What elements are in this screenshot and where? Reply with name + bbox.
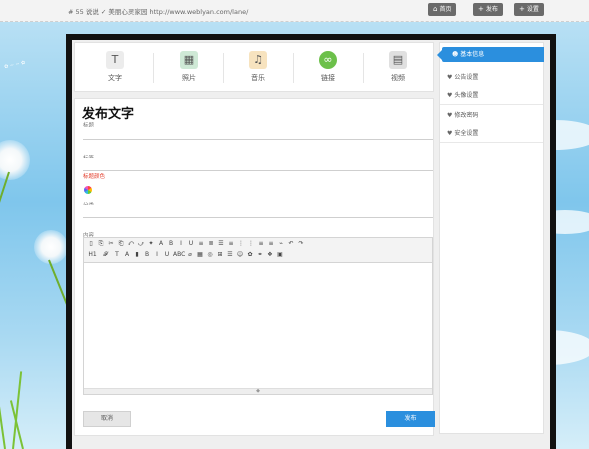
editor-tool-button[interactable]: ≡ [227, 240, 235, 248]
dandelion-stem [48, 259, 66, 317]
editor-tool-button[interactable]: A [157, 240, 165, 248]
editor-tool-button[interactable]: ≡ [257, 240, 265, 248]
editor-tool-button[interactable]: ☰ [217, 240, 225, 248]
type-text-button[interactable]: T 文字 [80, 48, 150, 88]
editor-tool-button[interactable]: ✿ [246, 251, 254, 259]
content-area: T 文字 ▦ 照片 ♫ 音乐 ∞ 链接 ▤ 视频 发布文字 标题 标题颜色 内容… [72, 40, 550, 449]
settings-sidebar: ☻ 基本信息 ♥ 公告设置 ♥ 头像设置 ♥ 修改密码 ♥ 安全设置 [437, 42, 544, 434]
title-input[interactable] [83, 127, 433, 140]
grass-blade [0, 389, 6, 449]
editor-tool-button[interactable]: ☰ [226, 251, 234, 259]
category-input[interactable] [83, 205, 433, 218]
editor-tool-button[interactable]: U [163, 251, 171, 259]
home-button[interactable]: ⌂ 首页 [428, 3, 457, 16]
editor-tool-button[interactable]: ▣ [276, 251, 284, 259]
dandelion-decoration: ✿ ~ ~ ✿ [0, 22, 66, 449]
deco-text: ✿ ~ ~ ✿ [3, 59, 26, 71]
plus-icon: + [478, 5, 484, 13]
plus-icon: + [519, 5, 525, 13]
sidebar-divider [440, 142, 543, 143]
editor-tool-button[interactable]: ⤺ [127, 240, 135, 248]
editor-tool-button[interactable]: ❖ [266, 251, 274, 259]
main-frame: T 文字 ▦ 照片 ♫ 音乐 ∞ 链接 ▤ 视频 发布文字 标题 标题颜色 内容… [66, 34, 556, 449]
heart-icon: ♥ [447, 74, 453, 81]
editor-toolbar: ▯ ⎘ ✂ ⎗ ⤺ ⤻ ✦ A B I U ≡ ≣ ☰ ≡ ⋮ ⋮ ≡ ≡ ⌁ ↶ ↷ H1 𝓕 T A ▮ B I U ABC ⌀ ▦ ◎ ⊞ ☰… [84, 238, 432, 263]
heart-icon: ♥ [447, 130, 453, 137]
home-icon: ⌂ [433, 5, 438, 13]
site-url-text: # 55 说说 ✓ 美丽心灵家园 http://www.weblyan.com/… [68, 8, 249, 16]
photo-icon: ▦ [180, 51, 198, 69]
text-icon: T [106, 51, 124, 69]
editor-tool-button[interactable]: ↶ [287, 240, 295, 248]
editor-tool-button[interactable]: ⚭ [256, 251, 264, 259]
user-icon: ☻ [452, 51, 459, 58]
editor-tool-button[interactable]: I [177, 240, 185, 248]
dandelion-stem [0, 171, 10, 277]
editor-tool-button[interactable]: ⋮ [237, 240, 245, 248]
editor-tool-button[interactable]: ⋮ [247, 240, 255, 248]
editor-tool-button[interactable]: B [167, 240, 175, 248]
editor-tool-button[interactable]: ABC [173, 251, 185, 259]
toolbar-row-1: ▯ ⎘ ✂ ⎗ ⤺ ⤻ ✦ A B I U ≡ ≣ ☰ ≡ ⋮ ⋮ ≡ ≡ ⌁ ↶ ↷ [87, 239, 305, 250]
editor-tool-button[interactable]: ✂ [107, 240, 115, 248]
page-title: 发布文字 [82, 107, 135, 122]
editor-tool-button[interactable]: ⊞ [216, 251, 224, 259]
type-photo-button[interactable]: ▦ 照片 [154, 48, 224, 88]
rich-text-editor: ▯ ⎘ ✂ ⎗ ⤺ ⤻ ✦ A B I U ≡ ≣ ☰ ≡ ⋮ ⋮ ≡ ≡ ⌁ ↶ ↷ H1 𝓕 T A ▮ B I U ABC ⌀ ▦ ◎ ⊞ ☰… [83, 237, 433, 395]
link-icon: ∞ [319, 51, 337, 69]
heart-icon: ♥ [447, 112, 453, 119]
editor-tool-button[interactable]: ☺ [236, 251, 244, 259]
sidebar-item-notice[interactable]: ♥ 公告设置 [447, 72, 478, 81]
type-video-button[interactable]: ▤ 视频 [363, 48, 433, 88]
editor-tool-button[interactable]: H1 [87, 251, 98, 259]
editor-tool-button[interactable]: ≡ [267, 240, 275, 248]
color-picker-icon[interactable] [84, 186, 92, 194]
publish-menu-button[interactable]: + 发布 [473, 3, 503, 16]
editor-tool-button[interactable]: ⎗ [117, 240, 125, 248]
editor-tool-button[interactable]: ↷ [297, 240, 305, 248]
editor-tool-button[interactable]: T [113, 251, 121, 259]
settings-menu-button[interactable]: + 设置 [514, 3, 544, 16]
publish-button[interactable]: 发布 [386, 411, 435, 427]
post-type-bar: T 文字 ▦ 照片 ♫ 音乐 ∞ 链接 ▤ 视频 [74, 42, 434, 92]
editor-tool-button[interactable]: 𝓕 [100, 251, 111, 259]
top-bar: # 55 说说 ✓ 美丽心灵家园 http://www.weblyan.com/… [0, 0, 589, 22]
editor-tool-button[interactable]: I [153, 251, 161, 259]
editor-tool-button[interactable]: ✦ [147, 240, 155, 248]
dandelion-flower [0, 140, 30, 180]
music-icon: ♫ [249, 51, 267, 69]
video-icon: ▤ [389, 51, 407, 69]
sidebar-item-basic-info[interactable]: ☻ 基本信息 [437, 47, 544, 62]
editor-tool-button[interactable]: ▮ [133, 251, 141, 259]
sidebar-item-avatar[interactable]: ♥ 头像设置 [447, 90, 478, 99]
tags-input[interactable] [83, 158, 433, 171]
heart-icon: ♥ [447, 92, 453, 99]
sidebar-item-security[interactable]: ♥ 安全设置 [447, 128, 478, 137]
editor-tool-button[interactable]: ▯ [87, 240, 95, 248]
cancel-button[interactable]: 取消 [83, 411, 131, 427]
color-note: 标题颜色 [83, 174, 106, 180]
type-link-button[interactable]: ∞ 链接 [293, 48, 363, 88]
editor-tool-button[interactable]: ⌀ [186, 251, 194, 259]
editor-tool-button[interactable]: ≣ [207, 240, 215, 248]
editor-tool-button[interactable]: A [123, 251, 131, 259]
editor-tool-button[interactable]: B [143, 251, 151, 259]
type-music-button[interactable]: ♫ 音乐 [223, 48, 293, 88]
editor-tool-button[interactable]: U [187, 240, 195, 248]
toolbar-row-2: H1 𝓕 T A ▮ B I U ABC ⌀ ▦ ◎ ⊞ ☰ ☺ ✿ ⚭ ❖ ▣ [87, 250, 284, 261]
editor-tool-button[interactable]: ◎ [206, 251, 214, 259]
publish-panel: T 文字 ▦ 照片 ♫ 音乐 ∞ 链接 ▤ 视频 发布文字 标题 标题颜色 内容… [74, 42, 435, 436]
sidebar-divider [440, 104, 543, 105]
editor-tool-button[interactable]: ▦ [196, 251, 204, 259]
editor-tool-button[interactable]: ≡ [197, 240, 205, 248]
editor-resize-handle[interactable]: ◆ [84, 388, 432, 394]
editor-tool-button[interactable]: ⌁ [277, 240, 285, 248]
editor-tool-button[interactable]: ⎘ [97, 240, 105, 248]
editor-body[interactable] [84, 263, 432, 389]
editor-tool-button[interactable]: ⤻ [137, 240, 145, 248]
publish-form: 发布文字 标题 标签 标题颜色 分类 内容 ▯⎘✂⎗⤺⤻✦ABIU≡≣☰≡⋮⋮≡… [74, 98, 435, 436]
sidebar-item-password[interactable]: ♥ 修改密码 [447, 110, 478, 119]
